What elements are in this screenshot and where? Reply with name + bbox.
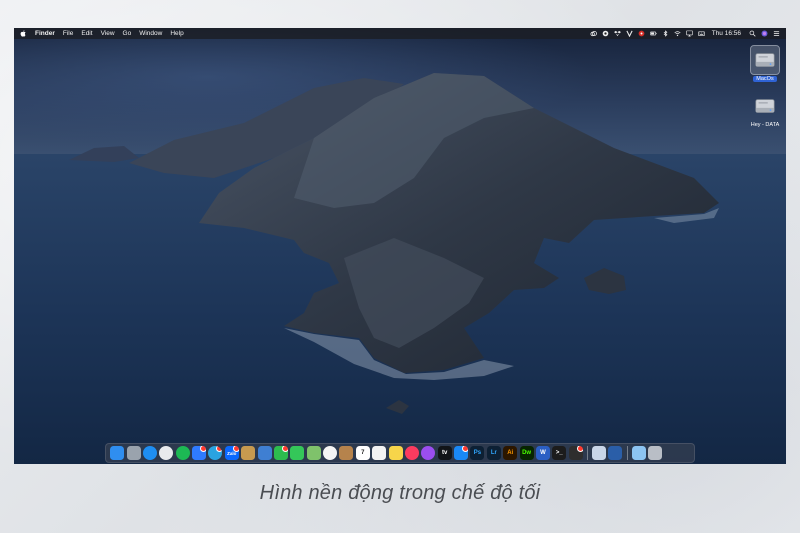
dock-photo-app-icon[interactable] [257,446,272,460]
menu-help[interactable]: Help [170,30,183,37]
menu-app-name[interactable]: Finder [35,30,55,37]
dock-reminders-icon[interactable] [372,446,387,460]
menu-bar-right: Thu 16:56 [585,28,786,39]
dock-calendar-icon[interactable]: 7 [355,446,370,460]
dock-downloads-stack-icon[interactable] [592,446,607,460]
notification-center-icon[interactable] [773,30,780,37]
keyboard-icon[interactable] [697,30,705,37]
dock-icon-label: Dw [522,450,532,456]
dock-icon-label: Lr [490,450,497,456]
menu-window[interactable]: Window [139,30,162,37]
dock-maps-icon[interactable] [306,446,321,460]
dock-chrome-icon[interactable] [159,446,174,460]
dock-icon-label: W [540,450,546,456]
catalina-wallpaper [14,28,786,464]
dock-icon-label: 7 [361,450,365,456]
dock-zalo-icon[interactable]: Zalo [224,446,239,460]
dropbox-icon[interactable] [613,30,621,37]
dock-dreamweaver-icon[interactable]: Dw [519,446,534,460]
menu-edit[interactable]: Edit [81,30,92,37]
lastpass-icon[interactable] [638,30,645,37]
menu-bar-left: Finder File Edit View Go Window Help [14,28,192,39]
dock-contacts-icon[interactable] [339,446,354,460]
notification-badge [216,446,223,452]
notification-badge [200,446,207,452]
menu-go[interactable]: Go [123,30,132,37]
menu-file[interactable]: File [63,30,73,37]
dock: Zalo 7 tv Ps Lr Ai Dw W >_ [105,443,695,463]
hard-drive-icon [751,92,779,120]
bluetooth-icon[interactable] [662,30,669,37]
dock-terminal-icon[interactable]: >_ [552,446,567,460]
notification-badge [576,446,583,452]
desktop-icon-label: Hey - DATA [750,122,780,128]
dock-launchpad-icon[interactable] [126,446,141,460]
menu-bar: Finder File Edit View Go Window Help Thu… [14,28,786,39]
desktop-icon-macos[interactable]: MacOs [743,45,786,82]
dock-spotify-icon[interactable] [175,446,190,460]
desktop-icon-hey-data[interactable]: Hey - DATA [743,92,786,128]
dock-word-icon[interactable]: W [535,446,550,460]
vpn-icon[interactable] [602,30,609,37]
dock-photos-icon[interactable] [323,446,338,460]
dock-music-icon[interactable] [404,446,419,460]
caption: Hình nền động trong chế độ tối [259,482,541,504]
dock-icon-label: Ps [473,450,482,456]
notification-badge [232,446,239,452]
dock-notes-icon[interactable] [388,446,403,460]
menu-clock[interactable]: Thu 16:56 [712,30,741,37]
wifi-icon[interactable] [674,30,681,37]
dock-app-store-icon[interactable] [454,446,469,460]
dock-lightroom-icon[interactable]: Lr [486,446,501,460]
dock-preview-icon[interactable] [241,446,256,460]
battery-icon[interactable] [649,30,657,37]
dock-icon-label: tv [442,450,448,456]
dock-illustrator-icon[interactable]: Ai [503,446,518,460]
dock-podcasts-icon[interactable] [421,446,436,460]
dock-separator [626,446,628,460]
dock-activity-monitor-icon[interactable] [568,446,583,460]
dock-photoshop-icon[interactable]: Ps [470,446,485,460]
airplay-icon[interactable] [685,30,693,37]
dock-icon-label: Ai [507,450,514,456]
notification-badge [462,446,469,452]
creative-cloud-icon[interactable] [590,30,597,37]
dock-safari-icon[interactable] [142,446,157,460]
dock-folder-icon[interactable] [631,446,646,460]
dock-tv-icon[interactable]: tv [437,446,452,460]
dock-telegram-icon[interactable] [208,446,223,460]
hard-drive-icon [750,45,780,75]
desktop-icon-label: MacOs [753,76,777,82]
dock-separator [586,446,588,460]
macos-screen: Finder File Edit View Go Window Help Thu… [14,28,786,464]
dock-messages-icon[interactable] [290,446,305,460]
apple-icon[interactable] [20,30,26,37]
dock-messenger-icon[interactable] [192,446,207,460]
dock-facetime-icon[interactable] [273,446,288,460]
vnc-icon[interactable] [626,30,633,37]
dock-icon-label: >_ [555,450,563,456]
dock-browser-stack-icon[interactable] [608,446,623,460]
siri-icon[interactable] [761,30,768,37]
notification-badge [281,446,288,452]
spotlight-icon[interactable] [749,30,756,37]
menu-view[interactable]: View [101,30,115,37]
dock-trash-icon[interactable] [648,446,663,460]
dock-finder-icon[interactable] [110,446,125,460]
